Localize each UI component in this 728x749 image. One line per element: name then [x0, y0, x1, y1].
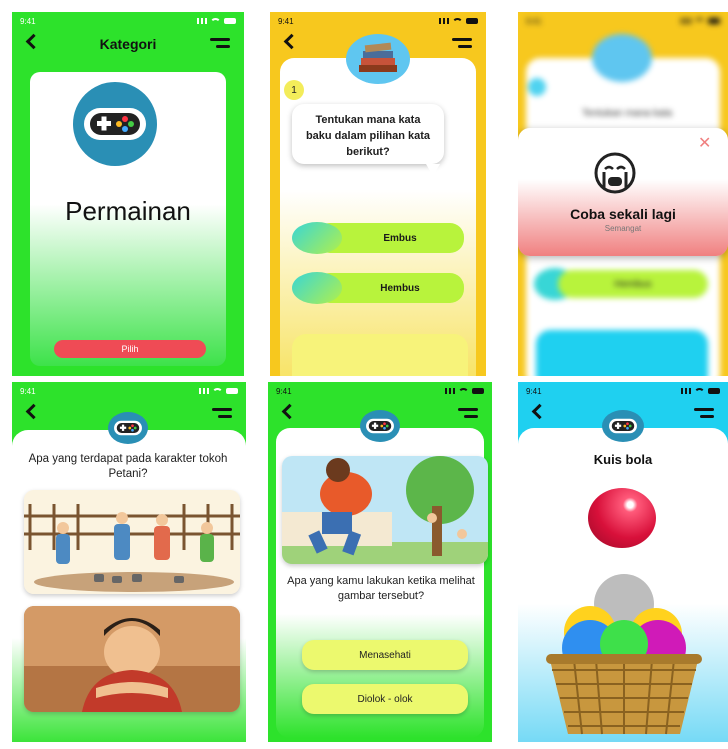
battery-icon: [466, 18, 478, 24]
blurred-option: Hembus: [558, 270, 708, 298]
option-row[interactable]: Embus: [292, 222, 464, 254]
screen-question-farmer: 9:41 Apa yang terdapat pada karakter tok…: [12, 382, 246, 742]
question-bubble: Tentukan mana kata baku dalam pilihan ka…: [292, 104, 444, 164]
back-arrow-icon[interactable]: [26, 404, 38, 416]
status-time: 9:41: [278, 16, 294, 26]
option-circle-icon: [292, 222, 342, 254]
popup-title: Coba sekali lagi: [570, 206, 676, 222]
bubble-tail: [426, 164, 440, 176]
question-text: Apa yang kamu lakukan ketika melihat gam…: [287, 575, 475, 602]
status-bar: 9:41: [526, 385, 720, 397]
wifi-icon: [694, 17, 705, 29]
screen-kategori: 9:41 Kategori Permainan Pilih: [12, 12, 244, 376]
status-bar: 9:41: [20, 15, 236, 27]
answer-button[interactable]: Diolok - olok: [302, 684, 468, 714]
menu-icon[interactable]: [694, 408, 714, 418]
battery-icon: [708, 18, 720, 24]
wifi-icon: [212, 387, 223, 399]
next-panel: [292, 334, 468, 376]
gamepad-icon: [602, 410, 644, 442]
signal-icon: [199, 388, 209, 394]
gamepad-icon: [108, 412, 148, 444]
wifi-icon: [210, 17, 221, 29]
status-time: 9:41: [20, 16, 36, 26]
menu-icon[interactable]: [210, 38, 230, 48]
option-circle-icon: [292, 272, 342, 304]
signal-icon: [681, 388, 691, 394]
blurred-panel: [536, 330, 708, 376]
gamepad-icon: [360, 410, 400, 442]
question-text: Apa yang terdapat pada karakter tokoh Pe…: [28, 453, 228, 480]
crying-face-icon: [592, 150, 638, 196]
screen-wrong-answer: 9:41 Tentukan mana kata Hembus ✕ Coba se…: [518, 12, 728, 376]
books-icon: [346, 34, 410, 84]
status-time: 9:41: [526, 16, 542, 26]
status-time: 9:41: [276, 386, 292, 396]
question-number-badge: 1: [284, 80, 304, 100]
wifi-icon: [694, 387, 705, 399]
back-arrow-icon[interactable]: [532, 404, 544, 416]
page-title: Kuis bola: [593, 452, 653, 467]
close-icon[interactable]: ✕: [698, 136, 711, 152]
signal-icon: [681, 18, 691, 24]
character-illustration[interactable]: [24, 606, 240, 712]
blurred-question: Tentukan mana kata: [581, 108, 673, 119]
popup-subtitle: Semangat: [604, 224, 642, 233]
back-arrow-icon[interactable]: [284, 34, 296, 46]
signal-icon: [445, 388, 455, 394]
category-label: Permainan: [65, 196, 191, 226]
gamepad-icon: [73, 82, 157, 166]
books-icon: [592, 34, 652, 82]
back-arrow-icon[interactable]: [282, 404, 294, 416]
boy-running-illustration: [282, 456, 488, 564]
screen-ball-quiz: 9:41 Kuis bola: [518, 382, 728, 742]
screen-question-1: 9:41 1 Tentukan mana kata baku dalam pil…: [270, 12, 486, 376]
question-number-badge: [528, 78, 546, 96]
status-bar: 9:41: [276, 385, 484, 397]
screen-question-picture: 9:41 Apa yang kamu lakukan ketika meliha…: [268, 382, 492, 742]
menu-icon[interactable]: [458, 408, 478, 418]
status-time: 9:41: [20, 386, 36, 396]
status-bar: 9:41: [526, 15, 720, 27]
signal-icon: [197, 18, 207, 24]
status-bar: 9:41: [20, 385, 238, 397]
option-row[interactable]: Hembus: [292, 272, 464, 304]
ball-basket[interactable]: [544, 574, 704, 738]
status-bar: 9:41: [278, 15, 478, 27]
red-ball[interactable]: [588, 488, 656, 548]
answer-button[interactable]: Menasehati: [302, 640, 468, 670]
wifi-icon: [458, 387, 469, 399]
battery-icon: [708, 388, 720, 394]
status-time: 9:41: [526, 386, 542, 396]
wifi-icon: [452, 17, 463, 29]
battery-icon: [472, 388, 484, 394]
battery-icon: [224, 18, 236, 24]
battery-icon: [226, 388, 238, 394]
menu-icon[interactable]: [452, 38, 472, 48]
menu-icon[interactable]: [212, 408, 232, 418]
pick-button[interactable]: Pilih: [54, 340, 206, 358]
farmers-illustration[interactable]: [24, 490, 240, 594]
signal-icon: [439, 18, 449, 24]
